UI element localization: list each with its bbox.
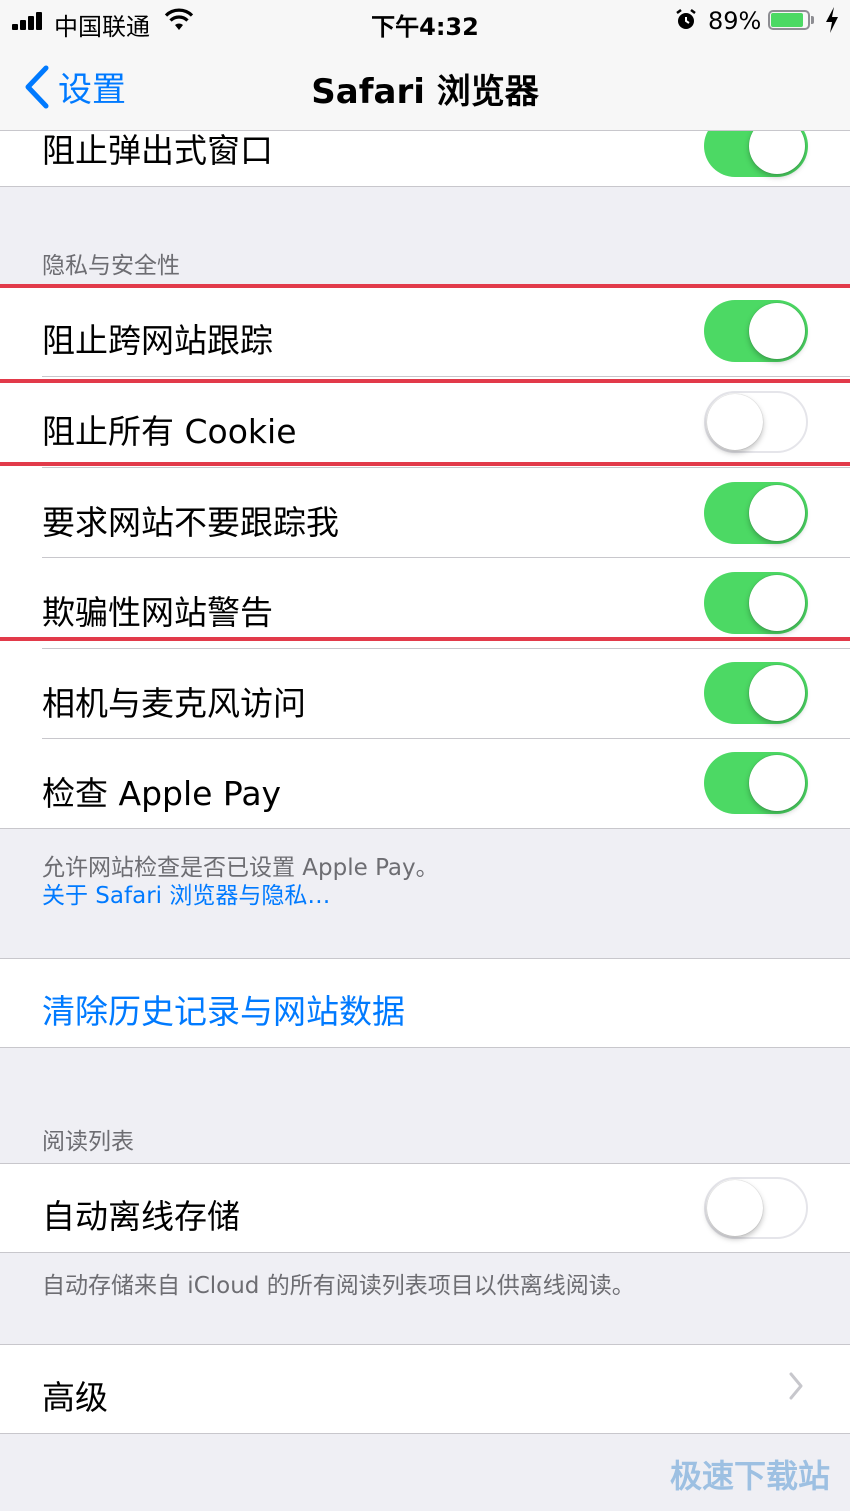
- nav-bar: 设置 Safari 浏览器: [0, 44, 850, 131]
- charging-icon: [826, 7, 838, 33]
- row-block-cookies[interactable]: 阻止所有 Cookie: [0, 377, 850, 467]
- row-advanced[interactable]: 高级: [0, 1345, 850, 1433]
- status-bar: 中国联通 下午4:32 89%: [0, 0, 850, 44]
- battery-icon: [768, 10, 816, 32]
- page-title: Safari 浏览器: [311, 72, 539, 112]
- row-label-cross-site-tracking: 阻止跨网站跟踪: [42, 321, 273, 360]
- toggle-camera-mic[interactable]: [704, 662, 808, 724]
- highlight-line: [0, 462, 850, 466]
- divider: [0, 828, 850, 829]
- highlight-line: [0, 284, 850, 288]
- row-label-fraud-warning: 欺骗性网站警告: [42, 593, 273, 632]
- row-label-camera-mic: 相机与麦克风访问: [42, 684, 306, 723]
- row-label-apple-pay: 检查 Apple Pay: [42, 774, 282, 813]
- divider: [0, 1433, 850, 1434]
- toggle-offline-storage[interactable]: [704, 1177, 808, 1239]
- toggle-cross-site-tracking[interactable]: [704, 300, 808, 362]
- divider: [0, 1047, 850, 1048]
- row-apple-pay[interactable]: 检查 Apple Pay: [0, 739, 850, 828]
- chevron-right-icon: [789, 1372, 803, 1400]
- row-offline-storage[interactable]: 自动离线存储: [0, 1164, 850, 1252]
- section-header-privacy: 隐私与安全性: [42, 253, 180, 279]
- toggle-do-not-track[interactable]: [704, 482, 808, 544]
- advanced-group: 高级: [0, 1345, 850, 1433]
- row-label-do-not-track: 要求网站不要跟踪我: [42, 503, 339, 542]
- row-camera-mic[interactable]: 相机与麦克风访问: [0, 649, 850, 738]
- reading-list-footer: 自动存储来自 iCloud 的所有阅读列表项目以供离线阅读。: [42, 1273, 635, 1299]
- reading-list-group: 自动离线存储: [0, 1164, 850, 1252]
- section-header-reading-list: 阅读列表: [42, 1129, 134, 1155]
- privacy-link[interactable]: 关于 Safari 浏览器与隐私…: [42, 876, 330, 910]
- highlight-line: [0, 637, 850, 641]
- row-do-not-track[interactable]: 要求网站不要跟踪我: [0, 468, 850, 558]
- toggle-apple-pay[interactable]: [704, 752, 808, 814]
- clear-history-button[interactable]: 清除历史记录与网站数据: [42, 985, 405, 1033]
- row-fraud-warning[interactable]: 欺骗性网站警告: [0, 558, 850, 648]
- battery-percent: 89%: [708, 7, 762, 35]
- row-label-offline-storage: 自动离线存储: [42, 1197, 240, 1236]
- toggle-block-cookies[interactable]: [704, 391, 808, 453]
- privacy-group: 阻止跨网站跟踪 阻止所有 Cookie 要求网站不要跟踪我 欺骗性网站警告 相机…: [0, 286, 850, 828]
- divider: [0, 186, 850, 187]
- highlight-line: [0, 379, 850, 383]
- watermark-logo: 极速下载站: [669, 1457, 830, 1495]
- row-label-block-cookies: 阻止所有 Cookie: [42, 412, 297, 451]
- divider: [0, 1252, 850, 1253]
- row-label-advanced: 高级: [42, 1378, 108, 1417]
- row-cross-site-tracking[interactable]: 阻止跨网站跟踪: [0, 286, 850, 376]
- row-label-block-popups: 阻止弹出式窗口: [42, 131, 273, 170]
- toggle-fraud-warning[interactable]: [704, 572, 808, 634]
- alarm-icon: [676, 9, 696, 29]
- clear-history-group: 清除历史记录与网站数据: [0, 959, 850, 1047]
